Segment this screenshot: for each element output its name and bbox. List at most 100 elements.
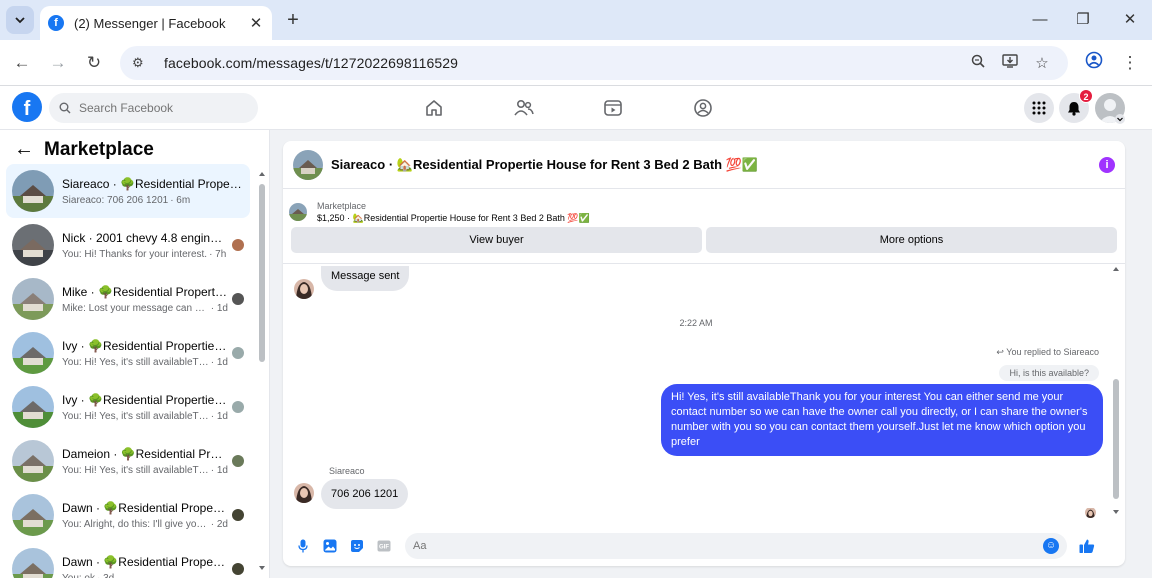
- conversation-item[interactable]: Siareaco · 🌳Residential Propertie House …: [6, 164, 250, 218]
- conversation-item[interactable]: Ivy · 🌳Residential Propertie House for R…: [6, 326, 250, 380]
- url-text[interactable]: facebook.com/messages/t/1272022698116529: [164, 55, 960, 71]
- listing-price-title: $1,250 · 🏡Residential Propertie House fo…: [317, 212, 590, 223]
- photo-icon[interactable]: [316, 536, 343, 556]
- tab-search-button[interactable]: [6, 6, 34, 34]
- conversation-name: Mike · 🌳Residential Propertie House for …: [62, 284, 228, 299]
- grid-icon: [1032, 101, 1046, 115]
- restore-icon[interactable]: ❐: [1071, 8, 1095, 32]
- reload-icon[interactable]: ↻: [82, 51, 106, 75]
- info-icon[interactable]: i: [1099, 156, 1115, 173]
- browser-tab-bar: f (2) Messenger | Facebook ✕ + — ❐ ✕: [0, 0, 1152, 40]
- message-bubble-incoming[interactable]: Message sent: [321, 266, 410, 291]
- conversation-thumbnail: [12, 278, 54, 320]
- chat-header: Siareaco · 🏡Residential Propertie House …: [283, 141, 1125, 189]
- friends-icon[interactable]: [513, 98, 535, 118]
- sidebar-scrollbar[interactable]: [257, 170, 267, 578]
- conversation-time: · 7h: [209, 248, 227, 260]
- listing-category: Marketplace: [317, 200, 367, 211]
- chat-scrollbar[interactable]: [1111, 265, 1121, 517]
- conversation-thumbnail: [12, 386, 54, 428]
- conversation-name: Ivy · 🌳Residential Propertie House for R…: [62, 392, 228, 407]
- omnibox[interactable]: ⚙ facebook.com/messages/t/12720226981165…: [120, 46, 1068, 80]
- close-window-icon[interactable]: ✕: [1118, 8, 1142, 32]
- facebook-favicon-icon: f: [48, 15, 64, 31]
- profile-icon[interactable]: [1082, 51, 1106, 75]
- back-arrow-icon[interactable]: ←: [10, 51, 34, 75]
- notification-badge: 2: [1079, 89, 1093, 103]
- conversation-preview: You: Hi! Thanks for your interest.: [62, 248, 208, 260]
- seen-avatar: [232, 293, 244, 305]
- reply-quote[interactable]: Hi, is this available?: [999, 365, 1099, 381]
- conversation-name: Dawn · 🌳Residential Propertie House for …: [62, 554, 228, 569]
- view-buyer-button[interactable]: View buyer: [291, 227, 702, 253]
- message-thread: Message sent 2:22 AM ↩ You replied to Si…: [283, 264, 1109, 526]
- conversation-thumbnail: [12, 170, 54, 212]
- conversation-thumbnail: [12, 440, 54, 482]
- watch-video-icon[interactable]: [603, 98, 625, 118]
- seen-avatar: [232, 347, 244, 359]
- install-app-icon[interactable]: [996, 54, 1024, 72]
- seen-avatar: [232, 455, 244, 467]
- site-settings-icon[interactable]: ⚙: [132, 55, 150, 71]
- conversation-time: · 2d: [210, 518, 228, 530]
- zoom-icon[interactable]: [964, 54, 992, 72]
- svg-text:GIF: GIF: [379, 545, 389, 551]
- message-input[interactable]: [413, 540, 1043, 552]
- conversation-preview: You: Alright, do this: I'll give you...: [62, 518, 209, 530]
- groups-icon[interactable]: [693, 98, 715, 118]
- more-options-button[interactable]: More options: [706, 227, 1117, 253]
- conversation-item[interactable]: Dawn · 🌳Residential Propertie House for …: [6, 542, 250, 578]
- sidebar-title: Marketplace: [44, 138, 154, 160]
- marketplace-sidebar: ← Marketplace Siareaco · 🌳Residential Pr…: [0, 130, 270, 578]
- menu-grid-button[interactable]: [1024, 93, 1054, 123]
- home-icon[interactable]: [424, 98, 446, 118]
- sticker-icon[interactable]: [343, 536, 370, 556]
- conversation-preview: You: Hi! Yes, it's still availableThank.…: [62, 356, 209, 368]
- conversation-item[interactable]: Mike · 🌳Residential Propertie House for …: [6, 272, 250, 326]
- back-arrow-icon[interactable]: ←: [14, 138, 34, 161]
- message-bubble-incoming-phone[interactable]: 706 206 1201: [321, 479, 409, 509]
- sender-avatar[interactable]: [294, 279, 314, 299]
- gif-icon[interactable]: GIF: [370, 536, 397, 556]
- message-bubble-outgoing[interactable]: Hi! Yes, it's still availableThank you f…: [661, 384, 1103, 456]
- conversation-time: · 1d: [210, 410, 228, 422]
- conversation-time: · 3d: [97, 572, 115, 578]
- facebook-search[interactable]: [49, 93, 258, 123]
- browser-tab[interactable]: f (2) Messenger | Facebook ✕: [40, 6, 272, 40]
- conversation-list: Siareaco · 🌳Residential Propertie House …: [6, 164, 250, 578]
- seen-avatar: [232, 563, 244, 575]
- conversation-item[interactable]: Dameion · 🌳Residential Propertie House Yo…: [6, 434, 250, 488]
- sender-name: Siareaco: [329, 466, 365, 476]
- conversation-item[interactable]: Dawn · 🌳Residential Propertie House for …: [6, 488, 250, 542]
- minimize-icon[interactable]: —: [1028, 8, 1052, 32]
- close-tab-icon[interactable]: ✕: [248, 14, 264, 32]
- conversation-time: · 1d: [210, 302, 228, 314]
- thumbs-up-like-icon[interactable]: [1073, 536, 1100, 556]
- conversation-name: Siareaco · 🌳Residential Propertie House …: [62, 176, 244, 191]
- chevron-down-icon: [15, 17, 25, 24]
- bell-icon: [1068, 101, 1080, 116]
- notifications-button[interactable]: 2: [1059, 89, 1093, 123]
- reply-note: ↩ You replied to Siareaco: [996, 347, 1099, 357]
- bookmark-star-icon[interactable]: ☆: [1028, 54, 1056, 72]
- tab-title: (2) Messenger | Facebook: [74, 15, 226, 31]
- sender-avatar[interactable]: [294, 483, 314, 503]
- listing-banner[interactable]: Marketplace $1,250 · 🏡Residential Proper…: [289, 197, 1119, 227]
- conversation-thumbnail: [12, 224, 54, 266]
- read-receipt-avatar: [1085, 507, 1096, 518]
- listing-actions: View buyer More options: [291, 227, 1117, 253]
- message-input-box[interactable]: ☺: [405, 533, 1067, 559]
- facebook-logo-icon[interactable]: f: [12, 92, 42, 122]
- conversation-item[interactable]: Nick · 2001 chevy 4.8 engine and transmi…: [6, 218, 250, 272]
- browser-menu-icon[interactable]: ⋮: [1118, 51, 1142, 75]
- microphone-icon[interactable]: [289, 536, 316, 556]
- address-bar: ← → ↻ ⚙ facebook.com/messages/t/12720226…: [0, 40, 1152, 86]
- account-chevron-icon[interactable]: [1115, 114, 1125, 124]
- new-tab-button[interactable]: +: [282, 8, 304, 32]
- listing-avatar[interactable]: [293, 149, 323, 180]
- forward-arrow-icon[interactable]: →: [46, 51, 70, 75]
- facebook-search-input[interactable]: [79, 101, 239, 115]
- conversation-item[interactable]: Ivy · 🌳Residential Propertie House for R…: [6, 380, 250, 434]
- emoji-icon[interactable]: ☺: [1043, 538, 1059, 554]
- chat-title[interactable]: Siareaco · 🏡Residential Propertie House …: [331, 157, 1099, 173]
